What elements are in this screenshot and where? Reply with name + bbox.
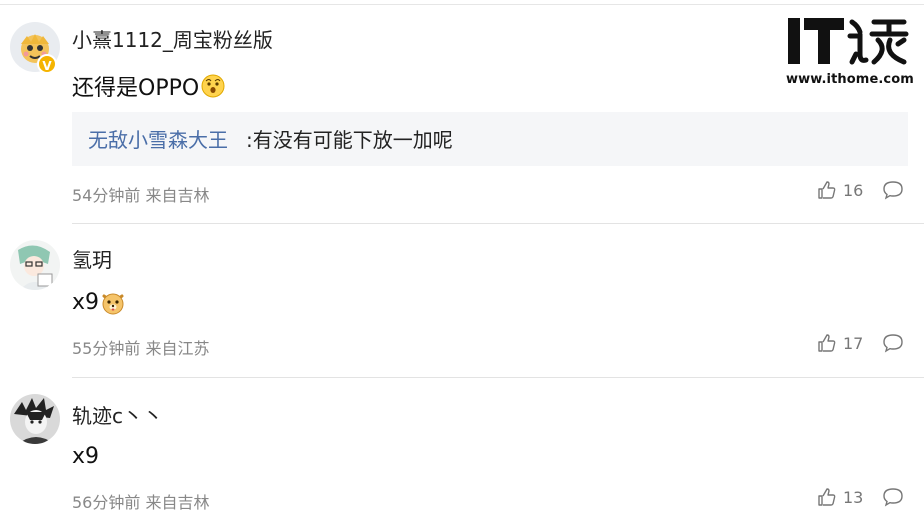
- thumbs-up-icon: [818, 488, 836, 506]
- top-divider: [0, 4, 924, 5]
- like-count: 17: [843, 333, 864, 353]
- thumbs-up-icon: [818, 181, 836, 199]
- comment-text: 还得是OPPO: [72, 76, 200, 101]
- comment-divider: [72, 223, 924, 224]
- like-button[interactable]: 16: [817, 180, 863, 200]
- comment-divider: [72, 377, 924, 378]
- comment-text: x9: [72, 290, 100, 315]
- reply-author-link[interactable]: 无敌小雪森大王: [88, 124, 228, 153]
- comment-item: V 小熹1112_周宝粉丝版 还得是OPPO 无敌小雪森大王 :有没有可能下放一…: [0, 14, 924, 224]
- avatar[interactable]: [10, 240, 60, 290]
- avatar[interactable]: [10, 394, 60, 444]
- comment-item: 氢玥 x9 55分钟前 来自江苏 17: [0, 234, 924, 378]
- surprised-face-emoji-icon: [201, 74, 225, 98]
- quoted-reply: 无敌小雪森大王 :有没有可能下放一加呢: [72, 112, 908, 166]
- comment-content: x9: [72, 444, 99, 469]
- like-button[interactable]: 17: [817, 333, 863, 353]
- thumbs-up-icon: [818, 334, 836, 352]
- reply-button[interactable]: [882, 180, 904, 204]
- comment-meta: 56分钟前 来自吉林: [72, 493, 210, 512]
- comment-meta: 54分钟前 来自吉林: [72, 186, 210, 205]
- verified-badge: V: [37, 54, 57, 74]
- username[interactable]: 轨迹c丶丶: [72, 400, 163, 429]
- reply-button[interactable]: [882, 333, 904, 357]
- comment-bubble-icon: [883, 488, 903, 507]
- like-button[interactable]: 13: [817, 487, 863, 507]
- like-count: 16: [843, 180, 864, 200]
- comment-text: x9: [72, 444, 100, 469]
- username[interactable]: 氢玥: [72, 244, 112, 273]
- comment-content: 还得是OPPO: [72, 70, 225, 102]
- comment-content: x9: [72, 290, 125, 315]
- avatar-image: [10, 394, 60, 444]
- dog-face-emoji-icon: [102, 293, 124, 314]
- comment-feed: www.ithome.com V 小熹1112_周宝粉丝版 还得是OPPO 无敌…: [0, 0, 924, 516]
- comment-bubble-icon: [883, 334, 903, 353]
- avatar-image: [10, 240, 60, 290]
- reply-text: :有没有可能下放一加呢: [246, 128, 453, 152]
- username[interactable]: 小熹1112_周宝粉丝版: [72, 24, 273, 53]
- comment-meta: 55分钟前 来自江苏: [72, 339, 210, 358]
- like-count: 13: [843, 487, 864, 507]
- comment-item: 轨迹c丶丶 x9 56分钟前 来自吉林 13: [0, 388, 924, 516]
- comment-bubble-icon: [883, 181, 903, 200]
- reply-button[interactable]: [882, 487, 904, 511]
